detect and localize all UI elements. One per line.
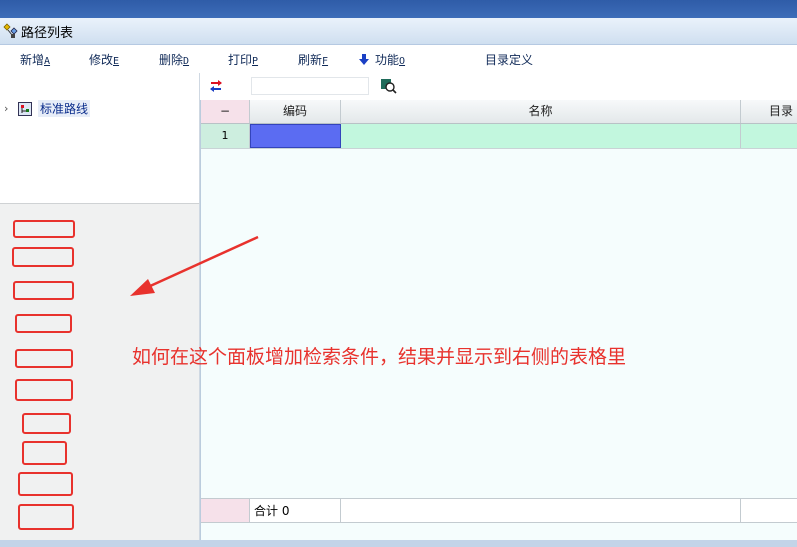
cell-name[interactable] <box>341 124 741 148</box>
footer-dir-cell <box>741 499 797 522</box>
footer-index-cell <box>201 499 250 522</box>
delete-button[interactable]: 删除D <box>159 51 189 68</box>
edit-button[interactable]: 修改E <box>89 51 119 68</box>
tree-panel: › 标准路线 <box>0 73 200 203</box>
arrow-down-icon <box>359 54 369 65</box>
print-button[interactable]: 打印P <box>228 51 258 68</box>
function-button[interactable]: 功能O <box>359 51 405 68</box>
highlight-box <box>15 349 73 368</box>
highlight-box <box>18 472 73 496</box>
window-top-strip <box>0 0 797 18</box>
annotation-text: 如何在这个面板增加检索条件，结果并显示到右侧的表格里 <box>132 346 627 368</box>
window-title: 路径列表 <box>21 25 74 41</box>
column-header-directory[interactable]: 目录 <box>741 100 797 123</box>
refresh-button[interactable]: 刷新F <box>298 51 328 68</box>
highlight-box <box>15 379 73 401</box>
data-grid: − 编码 名称 目录 1 合计 0 <box>200 100 797 540</box>
tree-node-label[interactable]: 标准路线 <box>38 100 91 117</box>
table-row[interactable]: 1 <box>201 124 797 149</box>
title-bar: 路径列表 <box>0 18 797 45</box>
highlight-box <box>12 247 74 267</box>
menu-bar: 新增A 修改E 删除D 打印P 刷新F 功能O 目录定义 <box>0 45 797 73</box>
grid-toolbar <box>200 73 797 100</box>
add-button[interactable]: 新增A <box>20 51 50 68</box>
footer-count: 0 <box>281 504 290 518</box>
chevron-right-icon[interactable]: › <box>4 102 18 115</box>
cell-code[interactable] <box>250 124 341 148</box>
highlight-box <box>22 441 67 465</box>
swap-icon[interactable] <box>209 79 223 93</box>
highlight-box <box>15 314 72 333</box>
column-header-name[interactable]: 名称 <box>341 100 741 123</box>
path-list-icon <box>2 22 20 40</box>
row-index: 1 <box>201 124 250 148</box>
highlight-box <box>22 413 71 434</box>
highlight-box <box>18 504 74 530</box>
grid-search-input[interactable] <box>251 77 369 95</box>
footer-name-cell <box>341 499 741 522</box>
status-strip <box>0 540 797 547</box>
highlight-box <box>13 281 74 300</box>
highlight-box <box>13 220 75 238</box>
column-header-code[interactable]: 编码 <box>250 100 341 123</box>
grid-header: − 编码 名称 目录 <box>201 100 797 124</box>
footer-total: 合计 0 <box>250 499 341 522</box>
collapse-column-header[interactable]: − <box>201 100 250 123</box>
cell-directory[interactable] <box>741 124 797 148</box>
folder-tree-icon <box>18 101 32 116</box>
search-icon[interactable] <box>381 79 397 94</box>
directory-definition-button[interactable]: 目录定义 <box>485 51 533 68</box>
grid-footer: 合计 0 <box>201 498 797 523</box>
tree-node-standard-route[interactable]: › 标准路线 <box>4 100 91 117</box>
search-condition-panel <box>0 203 200 540</box>
